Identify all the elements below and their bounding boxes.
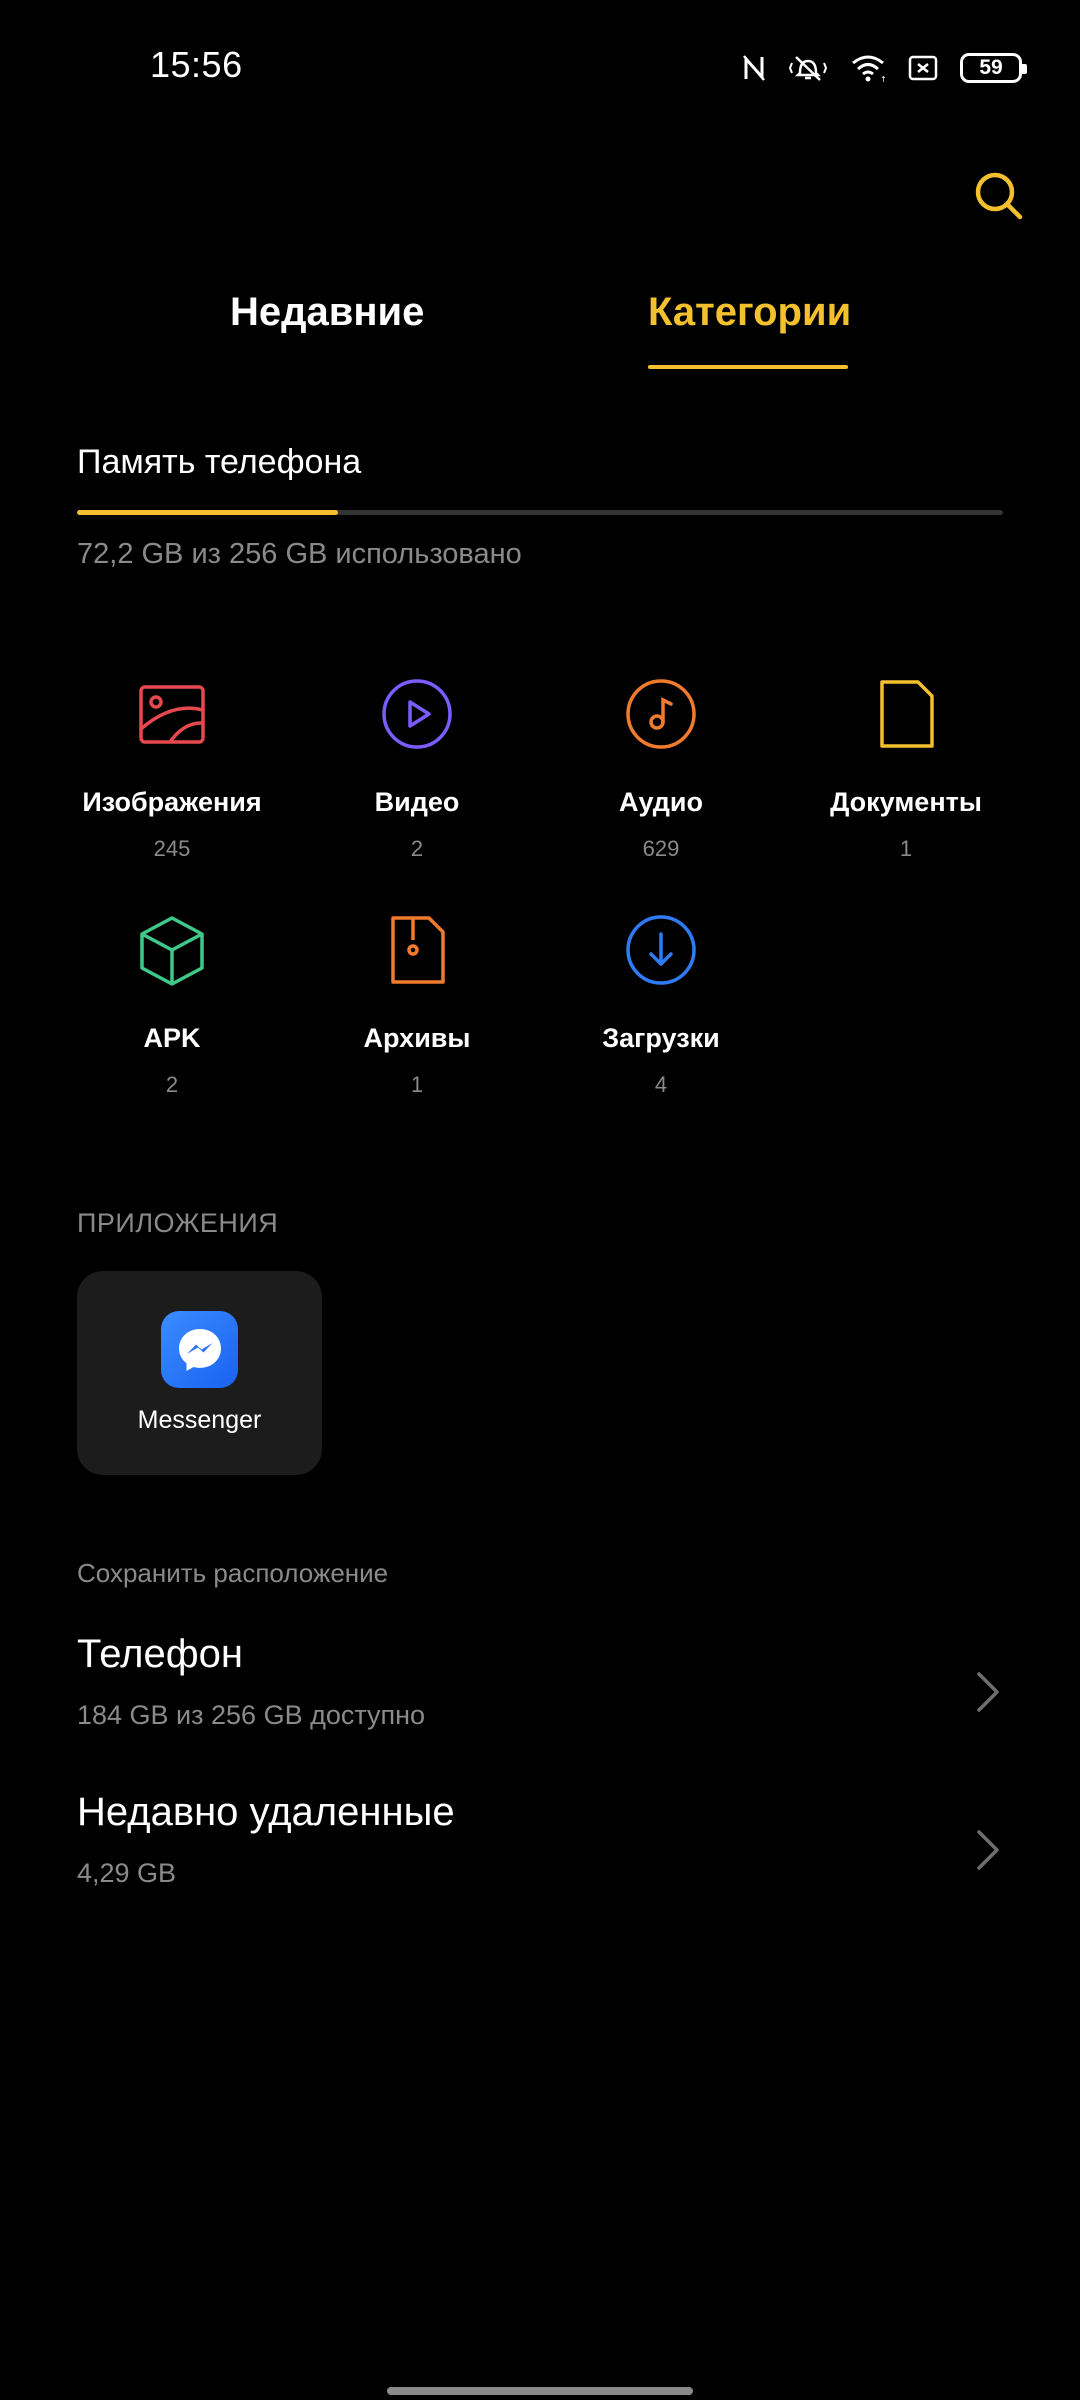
document-icon <box>880 680 934 748</box>
category-images[interactable]: Изображения 245 <box>50 674 294 862</box>
image-icon <box>139 685 205 744</box>
category-archives[interactable]: Архивы 1 <box>295 910 539 1098</box>
category-name: Изображения <box>82 787 262 817</box>
storage-progress-bar <box>77 510 1003 515</box>
category-count: 629 <box>642 836 680 861</box>
audio-icon <box>626 679 696 749</box>
category-count: 4 <box>654 1072 668 1097</box>
file-manager-screen: 15:56 ↑↓ 59 <box>0 0 1080 2400</box>
storage-usage-text: 72,2 GB из 256 GB использовано <box>77 538 522 570</box>
video-icon <box>382 679 452 749</box>
category-name: Видео <box>374 787 460 817</box>
category-documents[interactable]: Документы 1 <box>784 674 1028 862</box>
vibrate-icon <box>788 56 828 81</box>
download-icon <box>626 915 696 985</box>
tab-recent[interactable]: Недавние <box>230 290 424 335</box>
category-apk[interactable]: APK 2 <box>50 910 294 1098</box>
app-card-messenger[interactable]: Messenger <box>77 1271 322 1475</box>
svg-text:↑↓: ↑↓ <box>880 75 886 83</box>
save-location-header: Сохранить расположение <box>77 1558 389 1588</box>
category-count: 1 <box>899 836 913 861</box>
apk-icon <box>140 916 204 986</box>
location-subtitle: 184 GB из 256 GB доступно <box>77 1700 426 1730</box>
category-name: Аудио <box>618 787 704 817</box>
category-name: Документы <box>830 787 982 817</box>
chevron-right-icon <box>977 1672 999 1712</box>
apps-section-header: ПРИЛОЖЕНИЯ <box>77 1208 279 1238</box>
messenger-icon <box>161 1311 238 1388</box>
nfc-icon <box>743 55 765 81</box>
category-name: Архивы <box>363 1023 471 1053</box>
location-phone[interactable]: Телефон 184 GB из 256 GB доступно <box>77 1632 1003 1752</box>
home-indicator[interactable] <box>387 2387 693 2395</box>
active-tab-indicator <box>648 365 848 369</box>
archive-icon <box>391 916 445 984</box>
category-count: 2 <box>410 836 424 861</box>
location-subtitle: 4,29 GB <box>77 1858 177 1888</box>
category-count: 245 <box>153 836 191 861</box>
storage-title[interactable]: Память телефона <box>77 443 361 482</box>
category-downloads[interactable]: Загрузки 4 <box>539 910 783 1098</box>
category-video[interactable]: Видео 2 <box>295 674 539 862</box>
category-audio[interactable]: Аудио 629 <box>539 674 783 862</box>
screenshot-icon <box>908 55 938 81</box>
battery-level: 59 <box>979 56 1003 79</box>
wifi-icon: ↑↓ <box>852 55 886 83</box>
category-count: 2 <box>165 1072 179 1097</box>
location-title: Телефон <box>77 1632 243 1676</box>
tab-categories[interactable]: Категории <box>648 290 851 335</box>
chevron-right-icon <box>977 1830 999 1870</box>
battery-icon: 59 <box>960 53 1027 83</box>
category-name: Загрузки <box>602 1023 720 1053</box>
storage-progress-fill <box>77 510 339 515</box>
search-icon <box>975 172 1023 220</box>
app-label: Messenger <box>137 1406 262 1434</box>
status-icons: ↑↓ 59 <box>742 50 1027 86</box>
status-time: 15:56 <box>150 44 243 85</box>
category-name: APK <box>143 1023 201 1053</box>
category-count: 1 <box>410 1072 424 1097</box>
location-recently-deleted[interactable]: Недавно удаленные 4,29 GB <box>77 1790 1003 1910</box>
search-button[interactable] <box>973 170 1025 222</box>
location-title: Недавно удаленные <box>77 1790 455 1834</box>
